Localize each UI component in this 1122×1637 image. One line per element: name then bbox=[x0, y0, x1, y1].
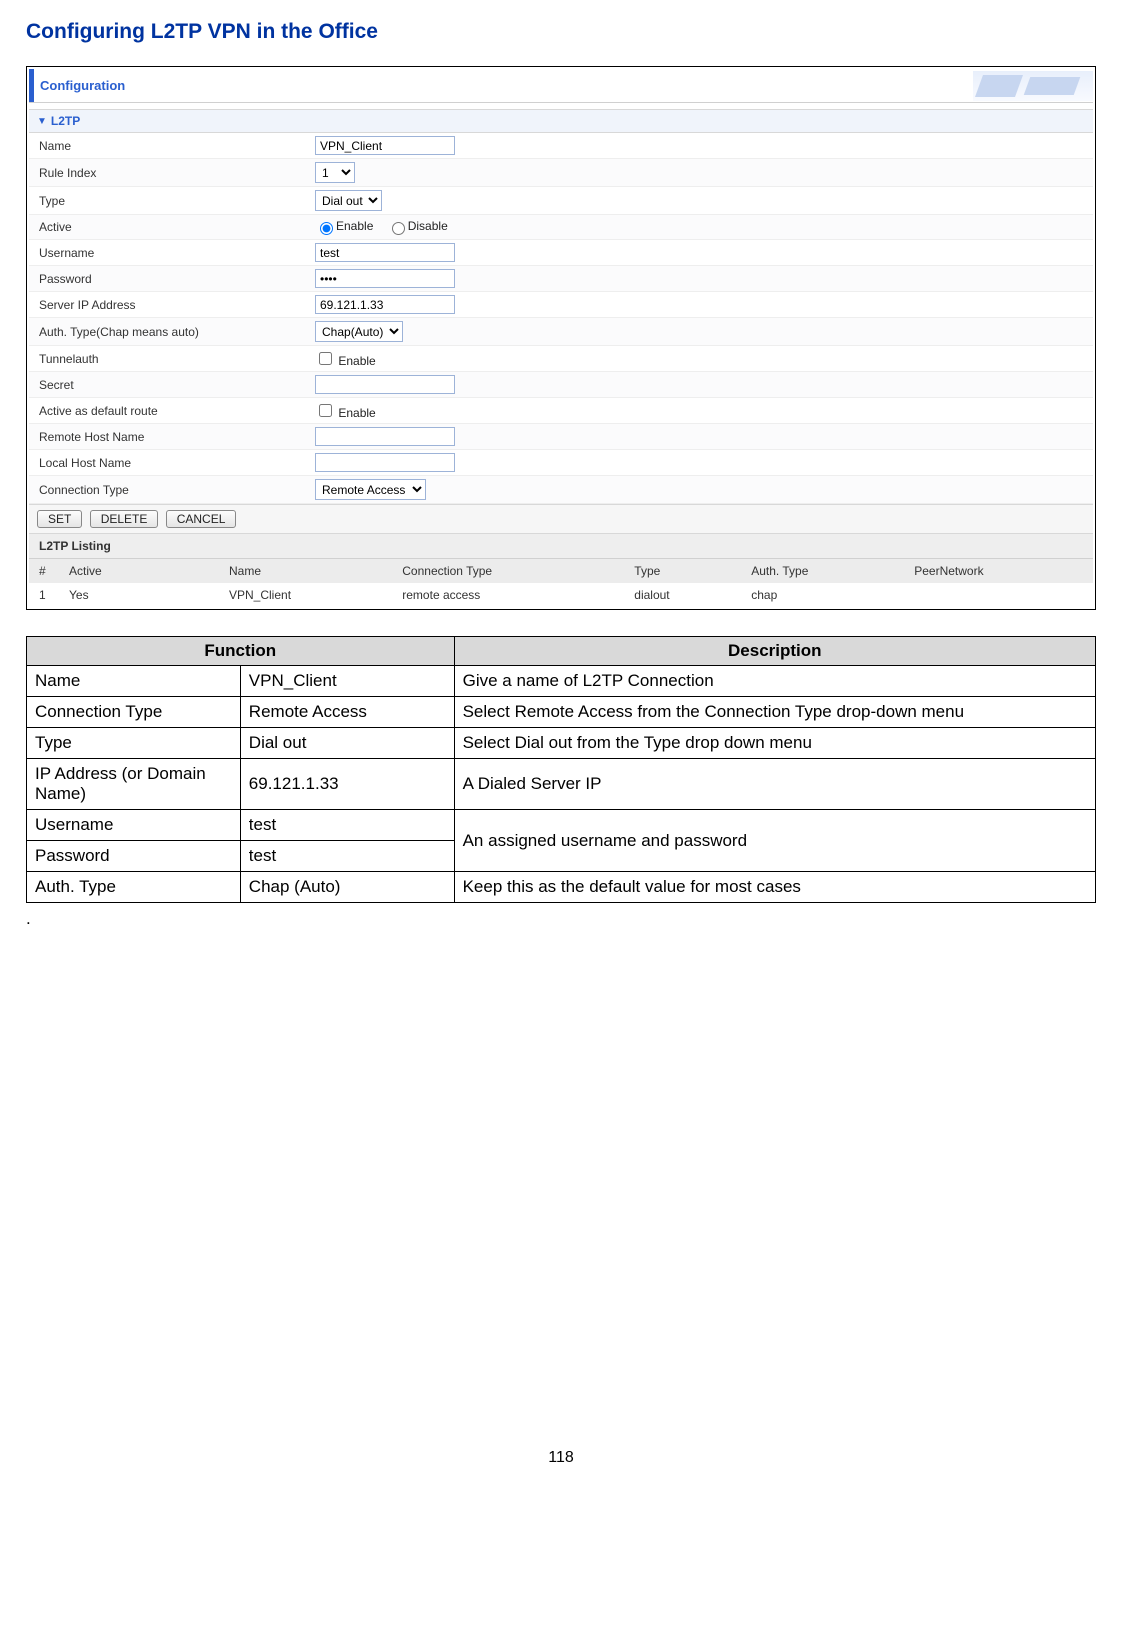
auth-type-label: Auth. Type(Chap means auto) bbox=[29, 320, 309, 344]
tunnelauth-label: Tunnelauth bbox=[29, 347, 309, 371]
conn-type-label: Connection Type bbox=[29, 478, 309, 502]
listing-cell-active: Yes bbox=[59, 583, 219, 607]
server-ip-label: Server IP Address bbox=[29, 293, 309, 317]
default-route-enable-text: Enable bbox=[338, 406, 375, 420]
secret-input[interactable] bbox=[315, 375, 455, 394]
func-cell: Select Remote Access from the Connection… bbox=[454, 697, 1095, 728]
username-input[interactable] bbox=[315, 243, 455, 262]
default-route-label: Active as default route bbox=[29, 399, 309, 423]
active-disable-text: Disable bbox=[408, 219, 448, 233]
password-input[interactable] bbox=[315, 269, 455, 288]
config-title: Configuration bbox=[40, 78, 125, 93]
period-text: . bbox=[26, 909, 1096, 929]
active-label: Active bbox=[29, 215, 309, 239]
listing-title: L2TP Listing bbox=[29, 534, 1093, 559]
remote-host-label: Remote Host Name bbox=[29, 425, 309, 449]
l2tp-listing-table: # Active Name Connection Type Type Auth.… bbox=[29, 559, 1093, 607]
listing-th-peer: PeerNetwork bbox=[904, 559, 1093, 583]
type-select[interactable]: Dial out bbox=[315, 190, 382, 211]
name-input[interactable] bbox=[315, 136, 455, 155]
listing-cell-conn-type: remote access bbox=[392, 583, 624, 607]
listing-cell-auth: chap bbox=[741, 583, 904, 607]
func-cell: Connection Type bbox=[27, 697, 241, 728]
tunnelauth-checkbox[interactable] bbox=[319, 352, 332, 365]
func-cell: Keep this as the default value for most … bbox=[454, 872, 1095, 903]
listing-cell-type: dialout bbox=[624, 583, 741, 607]
func-cell: Give a name of L2TP Connection bbox=[454, 666, 1095, 697]
func-cell: Name bbox=[27, 666, 241, 697]
listing-cell-num: 1 bbox=[29, 583, 59, 607]
section-title: L2TP bbox=[51, 114, 80, 128]
chevron-down-icon: ▼ bbox=[37, 116, 47, 127]
cancel-button[interactable]: CANCEL bbox=[166, 510, 237, 528]
page-title: Configuring L2TP VPN in the Office bbox=[26, 20, 1096, 44]
username-label: Username bbox=[29, 241, 309, 265]
active-enable-radio[interactable] bbox=[320, 222, 333, 235]
listing-cell-name: VPN_Client bbox=[219, 583, 392, 607]
func-cell: VPN_Client bbox=[240, 666, 454, 697]
func-cell: Password bbox=[27, 841, 241, 872]
section-l2tp[interactable]: ▼ L2TP bbox=[29, 109, 1093, 133]
func-th-description: Description bbox=[454, 637, 1095, 666]
conn-type-select[interactable]: Remote Access bbox=[315, 479, 426, 500]
func-cell: Username bbox=[27, 810, 241, 841]
local-host-input[interactable] bbox=[315, 453, 455, 472]
server-ip-input[interactable] bbox=[315, 295, 455, 314]
listing-th-auth: Auth. Type bbox=[741, 559, 904, 583]
listing-row: 1 Yes VPN_Client remote access dialout c… bbox=[29, 583, 1093, 607]
listing-th-type: Type bbox=[624, 559, 741, 583]
listing-th-name: Name bbox=[219, 559, 392, 583]
func-cell: A Dialed Server IP bbox=[454, 759, 1095, 810]
rule-index-label: Rule Index bbox=[29, 161, 309, 185]
func-cell: An assigned username and password bbox=[454, 810, 1095, 872]
delete-button[interactable]: DELETE bbox=[90, 510, 159, 528]
function-description-table: Function Description Name VPN_Client Giv… bbox=[26, 636, 1096, 903]
config-header: Configuration bbox=[29, 69, 1093, 103]
local-host-label: Local Host Name bbox=[29, 451, 309, 475]
func-cell: IP Address (or Domain Name) bbox=[27, 759, 241, 810]
listing-th-num: # bbox=[29, 559, 59, 583]
secret-label: Secret bbox=[29, 373, 309, 397]
listing-th-conn-type: Connection Type bbox=[392, 559, 624, 583]
router-config-screenshot: Configuration ▼ L2TP Name Rule Index 1 T… bbox=[26, 66, 1096, 610]
func-cell: test bbox=[240, 810, 454, 841]
func-cell: Auth. Type bbox=[27, 872, 241, 903]
func-cell: 69.121.1.33 bbox=[240, 759, 454, 810]
auth-type-select[interactable]: Chap(Auto) bbox=[315, 321, 403, 342]
default-route-checkbox[interactable] bbox=[319, 404, 332, 417]
func-cell: Chap (Auto) bbox=[240, 872, 454, 903]
tunnelauth-enable-text: Enable bbox=[338, 354, 375, 368]
remote-host-input[interactable] bbox=[315, 427, 455, 446]
func-cell: Remote Access bbox=[240, 697, 454, 728]
listing-th-active: Active bbox=[59, 559, 219, 583]
func-cell: Select Dial out from the Type drop down … bbox=[454, 728, 1095, 759]
accent-bar bbox=[29, 69, 34, 102]
func-cell: test bbox=[240, 841, 454, 872]
type-label: Type bbox=[29, 189, 309, 213]
password-label: Password bbox=[29, 267, 309, 291]
rule-index-select[interactable]: 1 bbox=[315, 162, 355, 183]
name-label: Name bbox=[29, 134, 309, 158]
func-cell: Type bbox=[27, 728, 241, 759]
active-enable-text: Enable bbox=[336, 219, 373, 233]
listing-cell-peer bbox=[904, 583, 1093, 607]
func-th-function: Function bbox=[27, 637, 455, 666]
header-decoration bbox=[973, 71, 1093, 101]
active-disable-radio[interactable] bbox=[392, 222, 405, 235]
page-number: 118 bbox=[26, 1449, 1096, 1467]
set-button[interactable]: SET bbox=[37, 510, 82, 528]
func-cell: Dial out bbox=[240, 728, 454, 759]
